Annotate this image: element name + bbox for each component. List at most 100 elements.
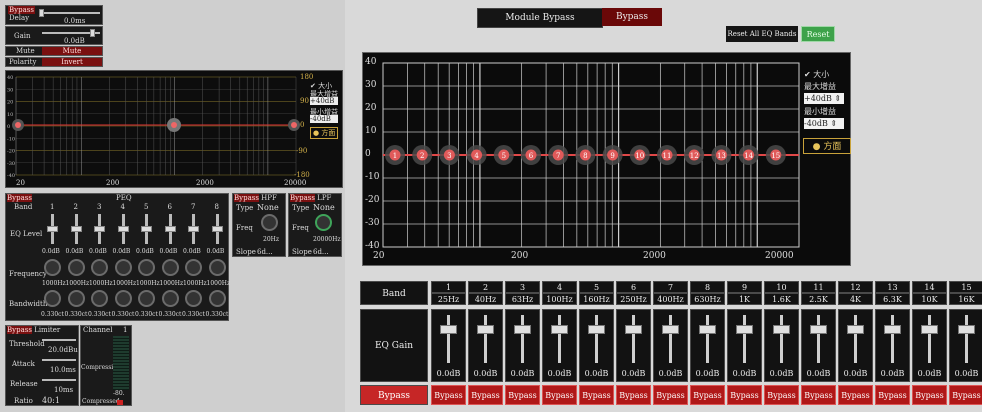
band-bypass-button-14[interactable]: Bypass — [912, 385, 947, 405]
mini-max-gain-select[interactable]: +40dB — [310, 97, 338, 105]
band-bypass-button-7[interactable]: Bypass — [653, 385, 688, 405]
band-bypass-button-12[interactable]: Bypass — [838, 385, 873, 405]
hpf-slope-value[interactable]: 6d... — [257, 248, 273, 256]
peq-level-handle-4[interactable] — [117, 226, 129, 232]
hpf-bypass[interactable]: Bypass — [234, 194, 259, 202]
band-bypass-button-3[interactable]: Bypass — [505, 385, 540, 405]
eq-gain-track-6[interactable] — [632, 315, 635, 363]
band-bypass-button-2[interactable]: Bypass — [468, 385, 503, 405]
eq-gain-track-12[interactable] — [854, 315, 857, 363]
delay-slider-track[interactable] — [42, 12, 100, 14]
hpf-freq-knob[interactable] — [261, 214, 278, 231]
eq-gain-track-4[interactable] — [558, 315, 561, 363]
lpf-bypass[interactable]: Bypass — [290, 194, 315, 202]
eq-gain-handle-15[interactable] — [958, 325, 975, 334]
peq-bw-knob-3[interactable] — [91, 290, 108, 307]
peq-freq-knob-8[interactable] — [208, 259, 226, 276]
eq-gain-handle-12[interactable] — [847, 325, 864, 334]
eq-gain-track-11[interactable] — [817, 315, 820, 363]
mini-direction-toggle[interactable]: ● 方面 — [310, 127, 339, 139]
limiter-bypass[interactable]: Bypass — [7, 326, 32, 334]
peq-freq-knob-5[interactable] — [138, 259, 155, 276]
peq-bw-knob-4[interactable] — [114, 290, 132, 307]
lpf-slope-value[interactable]: 6d... — [313, 248, 329, 256]
eq-gain-handle-8[interactable] — [699, 325, 716, 334]
band-bypass-button-5[interactable]: Bypass — [579, 385, 614, 405]
peq-level-handle-1[interactable] — [47, 226, 58, 232]
eq-gain-handle-5[interactable] — [588, 325, 605, 334]
eq-gain-track-15[interactable] — [965, 315, 968, 363]
eq-gain-track-9[interactable] — [743, 315, 746, 363]
band-bypass-button-6[interactable]: Bypass — [616, 385, 651, 405]
right-panel: Module Bypass Bypass Reset All EQ Bands … — [355, 0, 982, 412]
eq-gain-track-8[interactable] — [706, 315, 709, 363]
eq-gain-handle-13[interactable] — [884, 325, 901, 334]
peq-level-handle-8[interactable] — [211, 226, 223, 232]
lpf-type-value[interactable]: None — [313, 203, 335, 212]
eq-gain-handle-11[interactable] — [810, 325, 827, 334]
band-bypass-button-10[interactable]: Bypass — [764, 385, 799, 405]
eq-gain-handle-3[interactable] — [514, 325, 531, 334]
peq-bw-knob-7[interactable] — [185, 290, 202, 307]
band-bypass-button-13[interactable]: Bypass — [875, 385, 910, 405]
mute-button[interactable]: Mute — [42, 47, 102, 55]
band-bypass-button-9[interactable]: Bypass — [727, 385, 762, 405]
peq-freq-knob-1[interactable] — [44, 259, 61, 276]
peq-freq-knob-7[interactable] — [185, 259, 202, 276]
band-bypass-button-1[interactable]: Bypass — [431, 385, 466, 405]
ratio-value[interactable]: 40:1 — [42, 396, 60, 405]
eq-gain-track-3[interactable] — [521, 315, 524, 363]
eq-gain-handle-4[interactable] — [551, 325, 568, 334]
eq-gain-track-13[interactable] — [891, 315, 894, 363]
peq-level-handle-7[interactable] — [188, 226, 199, 232]
peq-freq-knob-2[interactable] — [67, 259, 85, 276]
peq-freq-knob-3[interactable] — [91, 259, 108, 276]
peq-bw-knob-2[interactable] — [67, 290, 85, 307]
eq-gain-track-14[interactable] — [928, 315, 931, 363]
eq-gain-handle-9[interactable] — [736, 325, 753, 334]
eq-gain-track-10[interactable] — [780, 315, 783, 363]
band-bypass-button-11[interactable]: Bypass — [801, 385, 836, 405]
peq-bypass[interactable]: Bypass — [7, 194, 32, 202]
band-bypass-button-15[interactable]: Bypass — [949, 385, 982, 405]
polarity-row: Polarity Invert — [5, 57, 103, 67]
eq-gain-handle-7[interactable] — [662, 325, 679, 334]
mini-node-high-dot — [291, 122, 297, 128]
eq-gain-track-1[interactable] — [447, 315, 450, 363]
peq-level-handle-6[interactable] — [164, 226, 176, 232]
band-freq-15: 16K — [949, 293, 982, 305]
eq-gain-handle-10[interactable] — [773, 325, 790, 334]
peq-bw-value-4: 0.330ct — [111, 311, 135, 318]
eq-gain-handle-2[interactable] — [477, 325, 494, 334]
peq-bw-knob-6[interactable] — [161, 290, 179, 307]
eq-gain-handle-14[interactable] — [921, 325, 938, 334]
eq-gain-track-5[interactable] — [595, 315, 598, 363]
lpf-freq-knob[interactable] — [315, 214, 332, 231]
mini-x-tick-2000: 2000 — [196, 179, 214, 187]
peq-bw-knob-8[interactable] — [208, 290, 226, 307]
mini-y-right-0: 0 — [300, 121, 305, 129]
release-slider[interactable] — [42, 379, 76, 381]
mini-min-gain-select[interactable]: -40dB — [310, 115, 338, 123]
delay-slider-handle[interactable] — [39, 9, 44, 17]
eq-gain-track-2[interactable] — [484, 315, 487, 363]
peq-freq-knob-4[interactable] — [114, 259, 132, 276]
peq-bw-knob-1[interactable] — [44, 290, 61, 307]
attack-slider[interactable] — [42, 359, 76, 361]
peq-bw-value-7: 0.330ct — [182, 311, 205, 318]
band-bypass-button-4[interactable]: Bypass — [542, 385, 577, 405]
peq-bw-knob-5[interactable] — [138, 290, 155, 307]
peq-level-handle-3[interactable] — [94, 226, 105, 232]
peq-level-handle-5[interactable] — [141, 226, 152, 232]
gain-slider-handle[interactable] — [90, 29, 95, 37]
threshold-slider[interactable] — [42, 339, 76, 341]
band-bypass-button-8[interactable]: Bypass — [690, 385, 725, 405]
peq-level-handle-2[interactable] — [70, 226, 82, 232]
eq-gain-track-7[interactable] — [669, 315, 672, 363]
invert-button[interactable]: Invert — [42, 58, 102, 66]
hpf-type-value[interactable]: None — [257, 203, 279, 212]
peq-freq-knob-6[interactable] — [161, 259, 179, 276]
eq-gain-handle-1[interactable] — [440, 325, 457, 334]
top-bypass-label[interactable]: Bypass — [8, 6, 35, 14]
eq-gain-handle-6[interactable] — [625, 325, 642, 334]
